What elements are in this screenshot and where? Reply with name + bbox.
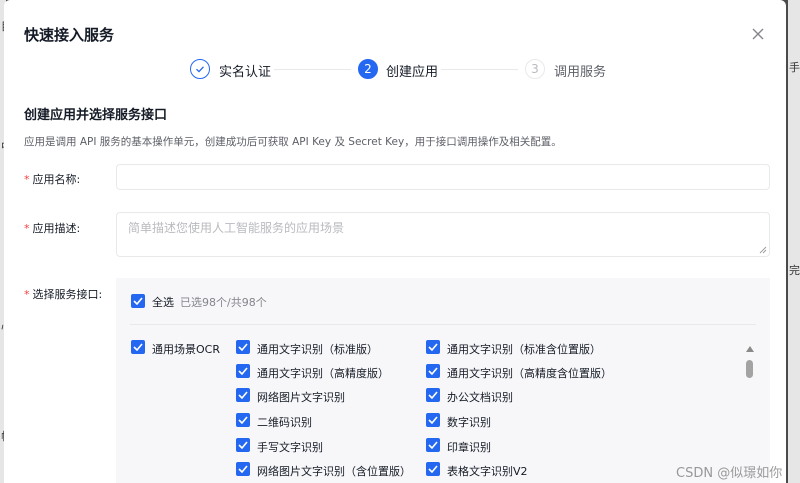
service-label[interactable]: 表格文字识别V2: [447, 463, 528, 479]
step-label-create-app: 创建应用: [386, 65, 439, 80]
service-label[interactable]: 网络图片文字识别: [257, 389, 345, 405]
service-checkbox[interactable]: [426, 462, 440, 476]
quick-access-dialog: 快速接入服务 实名认证 2 创建应用 3 调用服务 创建应用并选择服务接口 应用…: [4, 0, 786, 483]
step-2-circle: 2: [358, 59, 378, 79]
app-desc-textarea[interactable]: 简单描述您使用人工智能服务的应用场景: [116, 212, 770, 257]
service-label[interactable]: 手写文字识别: [257, 439, 323, 455]
service-label[interactable]: 通用文字识别（标准版）: [257, 341, 378, 357]
service-checkbox[interactable]: [426, 438, 440, 452]
app-name-label: * 应用名称:: [24, 173, 81, 186]
category-checkbox[interactable]: [131, 340, 145, 354]
step-label-call-service: 调用服务: [554, 65, 607, 80]
service-checkbox[interactable]: [236, 340, 250, 354]
service-label[interactable]: 数字识别: [447, 414, 491, 430]
scroll-up-arrow-icon[interactable]: [746, 346, 754, 352]
step-1-check-icon: [190, 59, 210, 79]
service-label[interactable]: 印章识别: [447, 439, 491, 455]
watermark: CSDN @似璟如你: [676, 466, 783, 481]
service-checkbox[interactable]: [236, 462, 250, 476]
select-all-label[interactable]: 全选: [152, 294, 174, 310]
service-label[interactable]: 通用文字识别（标准含位置版）: [447, 341, 601, 357]
service-label[interactable]: 办公文档识别: [447, 389, 513, 405]
dialog-title: 快速接入服务: [24, 26, 115, 44]
service-checkbox[interactable]: [236, 438, 250, 452]
app-name-input[interactable]: [116, 164, 770, 190]
service-checkbox[interactable]: [426, 340, 440, 354]
app-desc-placeholder: 简单描述您使用人工智能服务的应用场景: [128, 221, 345, 235]
step-label-verify: 实名认证: [219, 65, 272, 80]
step-connector: [441, 69, 518, 70]
services-label: * 选择服务接口:: [24, 288, 103, 301]
service-label[interactable]: 通用文字识别（高精度版）: [257, 365, 389, 381]
service-label[interactable]: 二维码识别: [257, 414, 312, 430]
resize-handle-icon[interactable]: [759, 246, 767, 254]
service-checkbox[interactable]: [236, 388, 250, 402]
select-all-checkbox[interactable]: [131, 294, 145, 308]
scroll-thumb[interactable]: [746, 360, 753, 378]
step-3-circle: 3: [525, 59, 545, 79]
service-checkbox[interactable]: [426, 364, 440, 378]
section-title: 创建应用并选择服务接口: [24, 108, 168, 123]
service-checkbox[interactable]: [426, 388, 440, 402]
app-desc-label: * 应用描述:: [24, 222, 81, 235]
background-text: 手: [789, 61, 800, 74]
section-description: 应用是调用 API 服务的基本操作单元，创建成功后可获取 API Key 及 S…: [24, 136, 562, 148]
close-icon[interactable]: [750, 26, 766, 42]
services-panel: 全选 已选98个/共98个 通用场景OCR 通用文字识别（标准版） 通用文字识别…: [116, 278, 770, 483]
category-label[interactable]: 通用场景OCR: [152, 341, 220, 357]
service-label[interactable]: 网络图片文字识别（含位置版）: [257, 463, 411, 479]
selected-count: 已选98个/共98个: [180, 296, 267, 309]
service-checkbox[interactable]: [236, 413, 250, 427]
step-connector: [274, 69, 351, 70]
service-label[interactable]: 通用文字识别（高精度含位置版）: [447, 365, 612, 381]
service-checkbox[interactable]: [426, 413, 440, 427]
divider: [130, 324, 756, 325]
background-text: 完: [789, 264, 800, 277]
service-checkbox[interactable]: [236, 364, 250, 378]
